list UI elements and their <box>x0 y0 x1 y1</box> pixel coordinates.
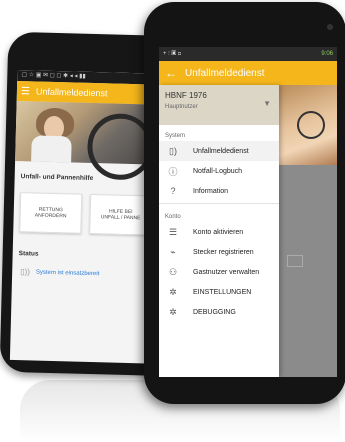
nav-item-label: Unfallmeldedienst <box>193 147 249 155</box>
agent-photo <box>279 85 337 165</box>
nav-item-label: Information <box>193 187 229 195</box>
list-icon: ☰ <box>168 226 178 237</box>
divider <box>159 203 279 204</box>
system-status-text: System ist einsatzbereit <box>35 269 100 277</box>
nav-item-label: EINSTELLUNGEN <box>193 288 252 296</box>
menu-icon[interactable]: ☰ <box>21 86 30 97</box>
chevron-down-icon[interactable]: ▼ <box>263 99 271 108</box>
nav-item-notfall-logbuch[interactable]: ⓘ Notfall-Logbuch <box>159 161 279 181</box>
back-arrow-icon[interactable]: ← <box>165 66 177 80</box>
status-bar: + ⫶ ▣ ◻ 9:06 <box>159 47 337 61</box>
phone-signal-icon: ▯) <box>169 145 177 156</box>
nav-item-label: DEBUGGING <box>193 308 236 316</box>
help-button[interactable]: HILFE BEI UNFALL / PANNE <box>89 193 153 236</box>
nav-item-label: Gastnutzer verwalten <box>193 268 260 276</box>
gear-icon: ✲ <box>169 306 177 317</box>
navigation-drawer: HBNF 1976 Hauptnutzer ▼ System ▯) Unfall… <box>159 85 279 377</box>
nav-item-debugging[interactable]: ✲ DEBUGGING <box>159 302 279 322</box>
body-shape <box>31 135 72 163</box>
nav-item-gastnutzer-verwalten[interactable]: ⚇ Gastnutzer verwalten <box>159 262 279 282</box>
users-icon: ⚇ <box>168 266 178 277</box>
section-system: System <box>165 133 186 139</box>
gear-icon: ✲ <box>169 286 177 297</box>
app-title: Unfallmeldedienst <box>185 67 265 79</box>
nav-item-unfallmeldedienst[interactable]: ▯) Unfallmeldedienst <box>159 141 279 161</box>
phone-signal-icon: ▯)) <box>20 267 31 277</box>
nav-item-stecker-registrieren[interactable]: ⌁ Stecker registrieren <box>159 242 279 262</box>
notification-icons: + ⫶ ▣ ◻ <box>163 50 182 57</box>
app-title: Unfallmeldedienst <box>35 86 108 99</box>
front-phone: + ⫶ ▣ ◻ 9:06 ← Unfallmeldedienst HBNF 19… <box>144 2 345 404</box>
question-icon: ? <box>170 186 176 196</box>
plug-icon: ⌁ <box>170 246 176 257</box>
main-content-dimmed <box>279 85 337 377</box>
info-circle-icon: ⓘ <box>168 166 178 177</box>
section-konto: Konto <box>165 214 181 220</box>
camera-icon <box>327 24 333 30</box>
account-name: HBNF 1976 <box>165 91 207 100</box>
headset-shape <box>297 111 325 139</box>
nav-item-konto-aktivieren[interactable]: ☰ Konto aktivieren <box>159 222 279 242</box>
rescue-button[interactable]: RETTUNG ANFORDERN <box>19 192 83 234</box>
nav-item-information[interactable]: ? Information <box>159 181 279 201</box>
nav-item-label: Konto aktivieren <box>193 228 244 236</box>
nav-item-einstellungen[interactable]: ✲ EINSTELLUNGEN <box>159 282 279 302</box>
app-bar: ← Unfallmeldedienst <box>159 61 337 85</box>
front-phone-screen: + ⫶ ▣ ◻ 9:06 ← Unfallmeldedienst HBNF 19… <box>159 47 337 377</box>
account-header[interactable]: HBNF 1976 Hauptnutzer ▼ <box>159 85 279 125</box>
status-time: 9:06 <box>321 51 333 57</box>
account-role: Hauptnutzer <box>165 104 198 110</box>
nav-item-label: Stecker registrieren <box>193 248 254 256</box>
nav-item-label: Notfall-Logbuch <box>193 167 243 175</box>
phone-icon <box>287 255 303 267</box>
